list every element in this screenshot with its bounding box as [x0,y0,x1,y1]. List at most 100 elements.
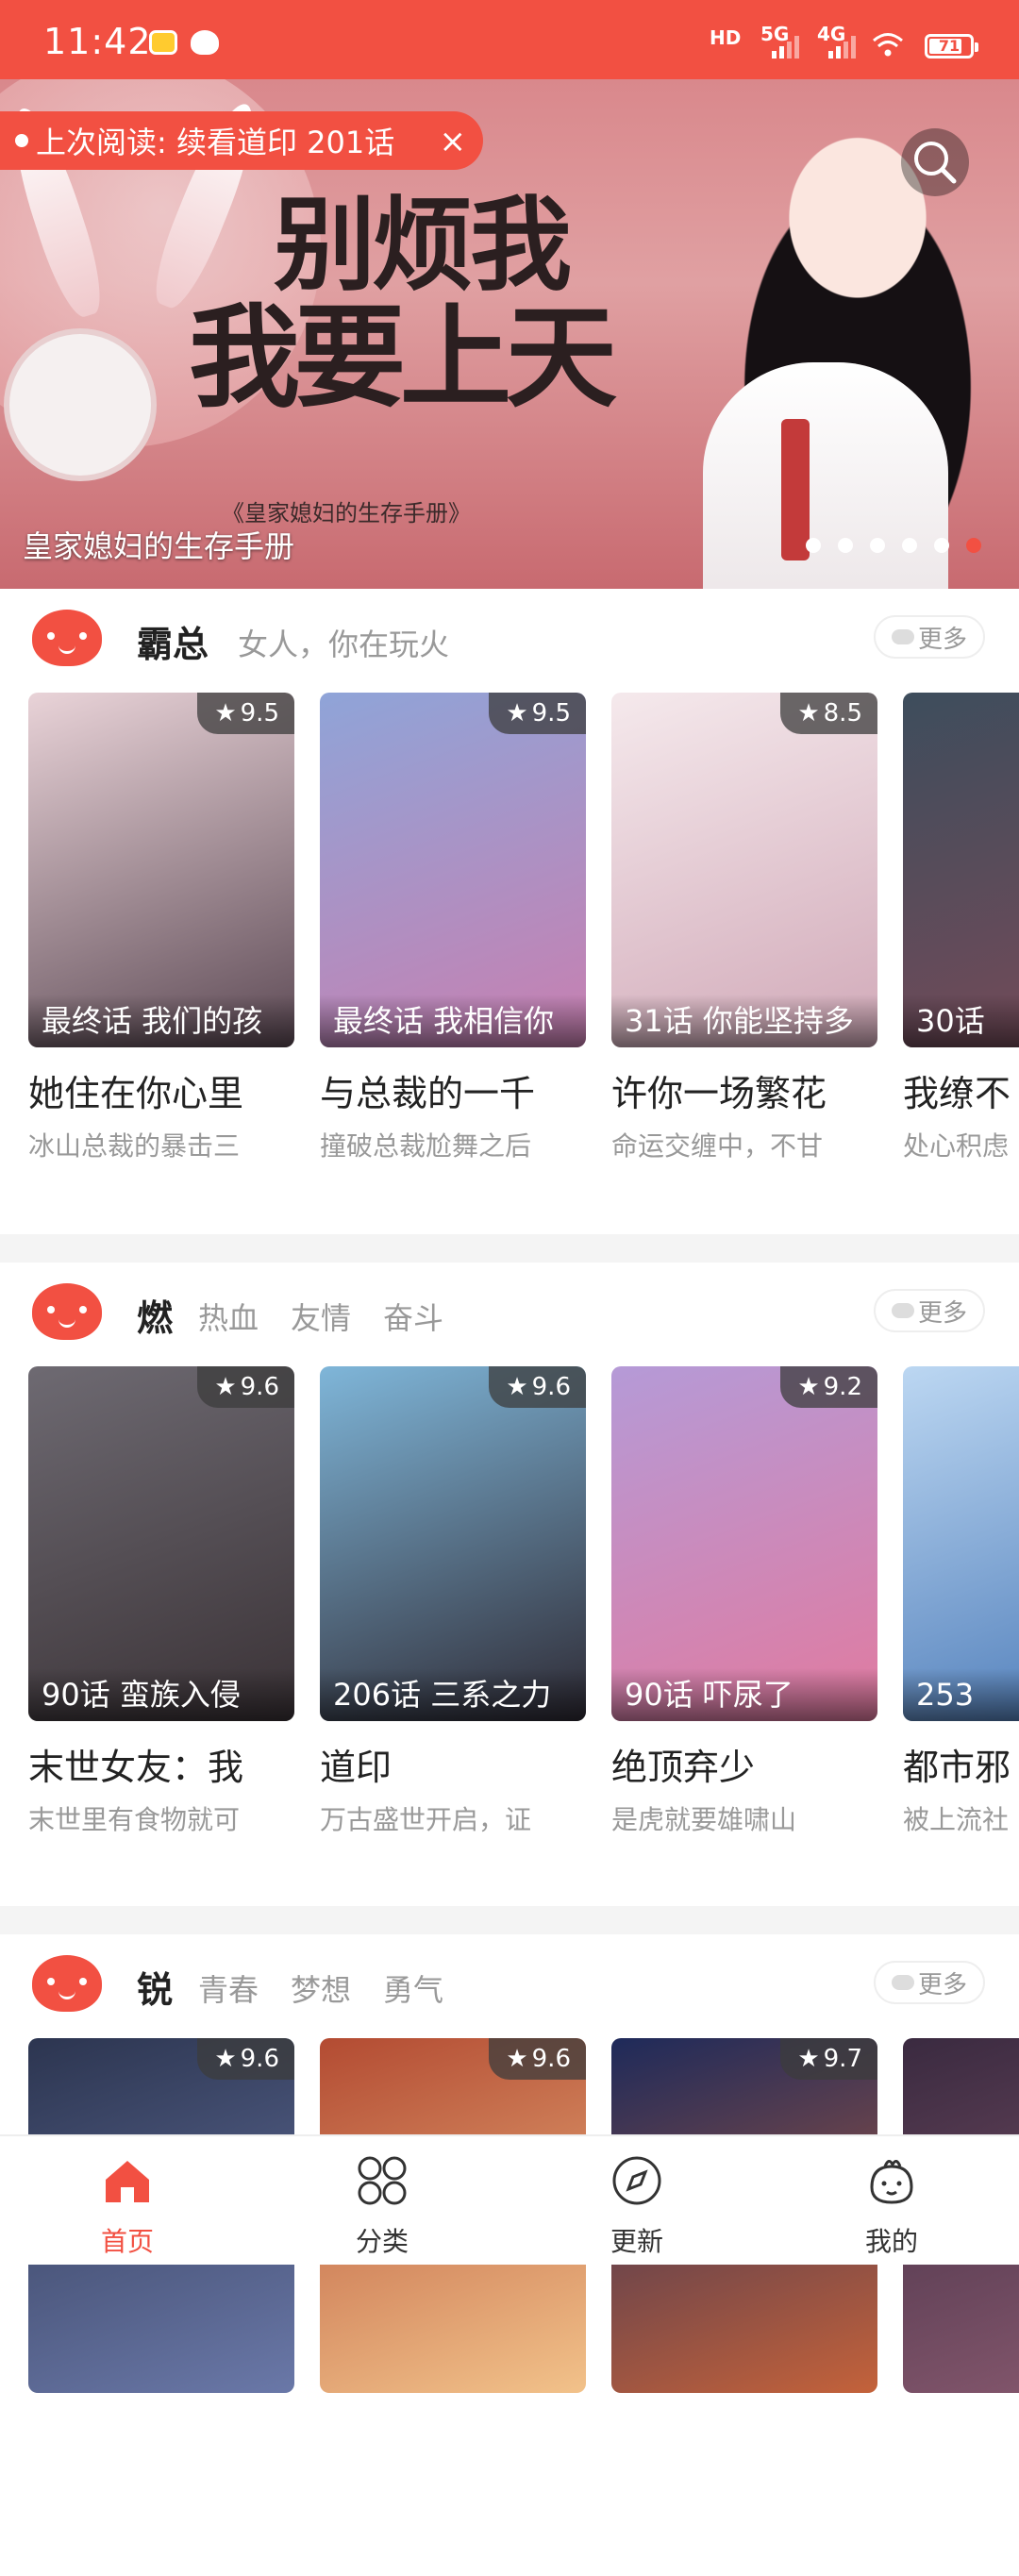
comic-card[interactable]: ★ 9.6 90话 蛮族入侵 末世女友：我 末世里有食物就可 [28,1366,294,1837]
comic-card[interactable]: ★ 9.6 206话 三系之力 道印 万古盛世开启，证 [320,1366,586,1837]
bullet-icon [15,134,28,147]
more-button[interactable]: 更多 [874,1289,985,1332]
carousel-dot[interactable] [806,538,821,553]
section-tag[interactable]: 勇气 [383,1966,443,2010]
carousel-dot[interactable] [870,538,885,553]
comic-card[interactable]: ★ 9.2 90话 吓尿了 绝顶弃少 是虎就要雄啸山 [611,1366,877,1837]
more-label: 更多 [917,1970,967,1999]
section-tag[interactable]: 梦想 [291,1966,351,2010]
section-tag[interactable]: 女人，你在玩火 [238,621,449,664]
comic-title: 都市邪 [903,1747,1011,1788]
star-icon: ★ [506,699,528,728]
more-button[interactable]: 更多 [874,615,985,659]
tab-profile-label: 我的 [864,2226,918,2257]
section-tag[interactable]: 青春 [198,1966,259,2010]
more-label: 更多 [917,625,967,654]
banner-art-bunny [9,334,151,476]
latest-episode: 31话 你能坚持多 [611,995,877,1047]
tab-profile[interactable]: 我的 [764,2136,1019,2265]
tab-category[interactable]: 分类 [255,2136,510,2265]
tab-home-label: 首页 [100,2226,154,2257]
rating-value: 9.2 [823,1373,862,1401]
rating-badge: ★ 9.6 [197,1366,294,1408]
last-read-bar[interactable]: 上次阅读: 续看道印 201话 × [0,111,483,170]
rating-value: 9.6 [240,2045,279,2073]
search-button[interactable] [901,128,969,196]
latest-episode: 最终话 我们的孩 [28,995,294,1047]
section-tag[interactable]: 友情 [291,1295,351,1338]
star-icon: ★ [797,1373,820,1401]
profile-icon [870,2160,913,2204]
signal-4g-icon [828,32,856,59]
comic-card-row: ★ 9.6 ★ 9.6 ★ 9.7 [0,2038,1019,2529]
section-tag[interactable]: 热血 [198,1295,259,1338]
section-title: 燃 [137,1297,174,1339]
latest-episode: 253 [903,1668,1019,1721]
comic-title: 道印 [320,1747,393,1788]
tab-update[interactable]: 更新 [510,2136,764,2265]
comic-title: 许你一场繁花 [611,1073,827,1114]
rating-value: 9.6 [531,1373,571,1401]
comic-card[interactable]: ★ 8.5 31话 你能坚持多许你一场繁花命运交缠中，不甘 [611,693,877,1163]
wifi-icon [873,33,903,57]
close-icon[interactable]: × [440,123,467,160]
section-mascot-icon [32,1955,102,2012]
section-title: 锐 [137,1969,174,2011]
latest-episode: 30话 [903,995,1019,1047]
hd-indicator: HD [710,26,742,49]
carousel-dot[interactable] [838,538,853,553]
comic-cover: 30话 [903,693,1019,1047]
rating-badge: ★ 9.6 [489,1366,586,1408]
star-icon: ★ [214,699,237,728]
more-button[interactable]: 更多 [874,1961,985,2004]
comic-description: 冰山总裁的暴击三 [28,1130,241,1162]
category-icon [358,2156,407,2205]
tab-update-label: 更新 [610,2226,663,2257]
tab-category-label: 分类 [355,2226,409,2257]
section-divider [0,1906,1019,1934]
comic-cover: ★ 9.5 最终话 我相信你 [320,693,586,1047]
rating-badge: ★ 9.6 [197,2038,294,2080]
section: 燃热血 友情 奋斗 更多 ★ 9.6 90话 蛮族入侵 末世女友：我 末世里有食物就可 ★ 9.6 2… [0,1263,1019,1904]
more-label: 更多 [917,1298,967,1328]
banner-carousel[interactable]: 别烦我 我要上天 《皇家媳妇的生存手册》 皇家媳妇的生存手册 上次阅读: 续看道… [0,79,1019,589]
rating-badge: ★ 8.5 [780,693,877,734]
comic-card-row: ★ 9.6 90话 蛮族入侵 末世女友：我 末世里有食物就可 ★ 9.6 206话 三系之力道… [0,1366,1019,1857]
banner-art-line2: 我要上天 [189,292,617,424]
last-read-text: 上次阅读: 续看道印 201话 [36,125,395,160]
banner-art-line1: 别烦我 [274,186,572,305]
comic-card[interactable]: ★ 9.5 最终话 我相信你 与总裁的一千 撞破总裁尬舞之后 [320,693,586,1163]
comic-cover: 253 [903,1366,1019,1721]
comic-title: 她住在你心里 [28,1073,244,1114]
section-divider [0,1234,1019,1263]
battery-icon: 71 [925,34,978,59]
latest-episode: 90话 蛮族入侵 [28,1668,294,1721]
comic-description: 处心积虑 [903,1130,1010,1162]
section: 霸总 女人，你在玩火 更多 ★ 9.5 最终话 我们的孩 她住在你心里 冰山总裁的暴击三 ★ 9.… [0,589,1019,1230]
star-icon: ★ [797,2045,820,2073]
carousel-dot[interactable] [902,538,917,553]
comic-description: 命运交缠中，不甘 [611,1130,824,1162]
notification-app-icon [149,30,177,55]
comic-description: 末世里有食物就可 [28,1804,241,1835]
tab-home[interactable]: 首页 [0,2136,255,2265]
comic-card[interactable]: 30话 我缭不 处心积虑 [903,693,1019,1163]
carousel-dot[interactable] [934,538,949,553]
rating-value: 9.6 [240,1373,279,1401]
cloud-icon [891,629,914,644]
rating-value: 9.7 [823,2045,862,2073]
home-icon [106,2161,149,2202]
star-icon: ★ [214,2045,237,2073]
rating-value: 8.5 [823,699,862,728]
section-tag[interactable]: 奋斗 [383,1295,443,1338]
signal-5g-icon [772,32,799,59]
latest-episode: 最终话 我相信你 [320,995,586,1047]
carousel-indicator [806,538,981,553]
latest-episode: 206话 三系之力 [320,1668,586,1721]
search-icon [914,142,957,184]
section-header: 霸总 女人，你在玩火 更多 [0,589,1019,683]
comic-card[interactable]: ★ 9.5 最终话 我们的孩她住在你心里冰山总裁的暴击三 [28,693,294,1163]
comic-cover: ★ 9.5 最终话 我们的孩 [28,693,294,1047]
comic-card[interactable]: 253 都市邪 被上流社 [903,1366,1019,1837]
carousel-dot[interactable] [966,538,981,553]
